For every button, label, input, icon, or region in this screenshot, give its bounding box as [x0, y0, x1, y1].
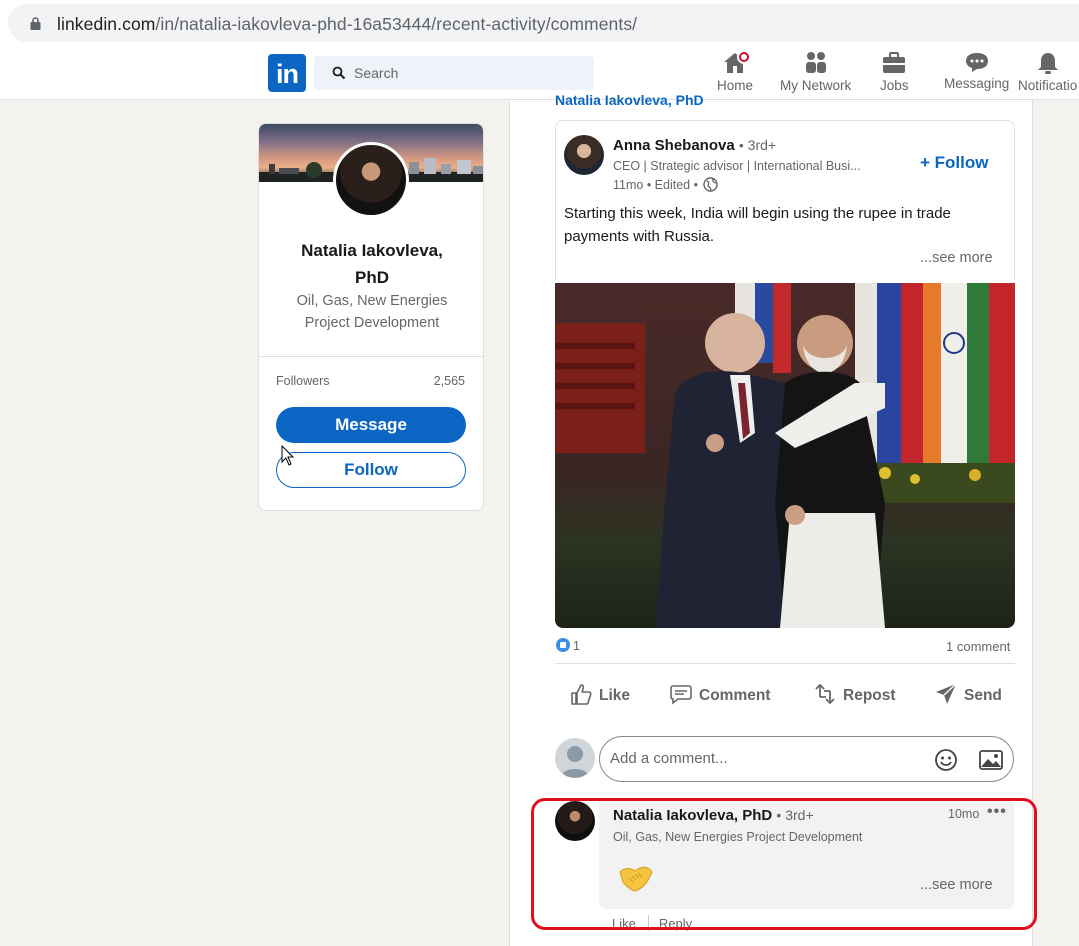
reaction-count[interactable]: 1: [556, 638, 580, 653]
thumbs-up-icon: [571, 684, 592, 705]
repost-button[interactable]: Repost: [813, 682, 896, 706]
top-nav: in Search Home My Network Jobs Messaging…: [0, 46, 1079, 100]
profile-avatar[interactable]: [333, 142, 409, 218]
nav-jobs-label: Jobs: [880, 78, 909, 93]
search-icon: [332, 66, 346, 80]
post-author-headline: CEO | Strategic advisor | International …: [613, 159, 861, 173]
current-user-avatar[interactable]: [555, 738, 595, 778]
like-reaction-icon: [556, 638, 570, 652]
add-comment-input[interactable]: Add a comment...: [599, 736, 1014, 782]
briefcase-icon: [883, 52, 906, 73]
messaging-icon: [965, 53, 988, 72]
nav-jobs[interactable]: Jobs: [880, 50, 909, 93]
url-text: linkedin.com/in/natalia-iakovleva-phd-16…: [57, 14, 638, 34]
linkedin-logo[interactable]: in: [268, 54, 306, 92]
repost-icon: [815, 683, 835, 705]
post-author-avatar[interactable]: [564, 135, 604, 175]
bell-icon: [1037, 53, 1058, 74]
nav-messaging-label: Messaging: [944, 76, 1010, 91]
user-silhouette-icon: [561, 746, 589, 778]
mouse-cursor-icon: [281, 445, 295, 466]
nav-messaging[interactable]: Messaging: [944, 50, 1009, 91]
follow-author-link[interactable]: + Follow: [920, 153, 988, 173]
send-button[interactable]: Send: [934, 682, 1002, 706]
emoji-icon[interactable]: [934, 748, 958, 772]
nav-notifications-label: Notificatio: [1018, 78, 1078, 93]
comment-count[interactable]: 1 comment: [946, 639, 1010, 654]
browser-url-bar: linkedin.com/in/natalia-iakovleva-phd-16…: [0, 0, 1079, 46]
highlight-annotation: [531, 798, 1037, 930]
post-meta: 11mo • Edited •: [613, 177, 719, 192]
search-placeholder: Search: [354, 65, 399, 81]
nav-home[interactable]: Home: [717, 50, 753, 93]
nav-my-network-label: My Network: [780, 78, 852, 93]
address-field[interactable]: linkedin.com/in/natalia-iakovleva-phd-16…: [8, 4, 1079, 42]
comment-icon: [670, 685, 692, 705]
send-icon: [936, 683, 957, 704]
activity-actor-name[interactable]: Natalia Iakovleva, PhD: [555, 92, 704, 108]
search-input[interactable]: Search: [314, 56, 594, 90]
like-button[interactable]: Like: [569, 682, 630, 706]
globe-icon: [703, 177, 719, 192]
followers-label: Followers: [276, 374, 330, 388]
post-text: Starting this week, India will begin usi…: [564, 205, 951, 245]
profile-name[interactable]: Natalia Iakovleva, PhD: [259, 237, 483, 291]
follow-button[interactable]: Follow: [276, 452, 466, 488]
divider: [555, 663, 1015, 664]
post-image[interactable]: [555, 283, 1015, 628]
image-icon[interactable]: [979, 749, 1003, 771]
nav-my-network[interactable]: My Network: [780, 50, 851, 93]
network-icon: [805, 52, 826, 73]
post-author-name[interactable]: Anna Shebanova • 3rd+: [613, 137, 776, 154]
comment-placeholder: Add a comment...: [610, 750, 728, 767]
message-button[interactable]: Message: [276, 407, 466, 443]
profile-headline: Oil, Gas, New Energies Project Developme…: [296, 293, 448, 331]
comment-button[interactable]: Comment: [669, 682, 770, 706]
nav-notifications[interactable]: Notificatio: [1018, 50, 1077, 93]
handshake-photo: [555, 283, 1015, 628]
notification-badge: [737, 50, 751, 64]
followers-count: 2,565: [433, 374, 465, 388]
divider: [259, 356, 483, 357]
lock-icon: [30, 17, 41, 30]
nav-home-label: Home: [717, 78, 754, 93]
post-see-more[interactable]: ...see more: [920, 250, 993, 266]
